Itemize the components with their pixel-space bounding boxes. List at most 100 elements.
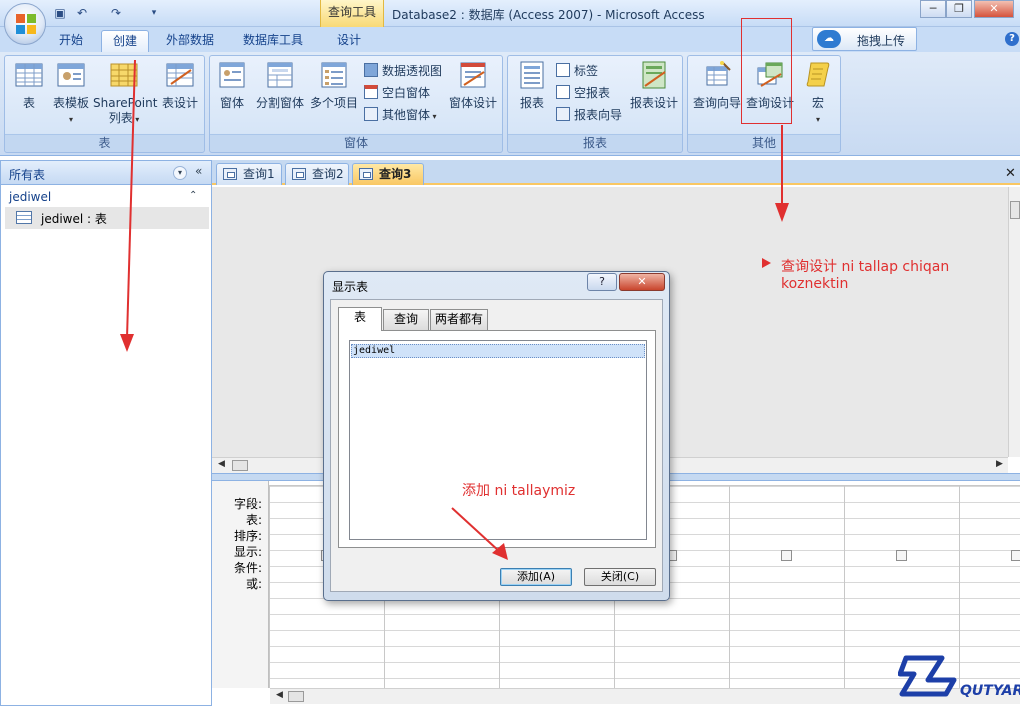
- nav-item-jediwel-table[interactable]: jediwel : 表: [5, 207, 209, 229]
- form-button[interactable]: 窗体: [214, 60, 250, 111]
- more-forms-label: 其他窗体: [382, 108, 431, 122]
- upload-button-label: 拖拽上传: [857, 34, 906, 48]
- table-design-button[interactable]: 表设计: [157, 60, 203, 111]
- form-design-button[interactable]: 窗体设计: [446, 60, 500, 111]
- table-design-label: 表设计: [161, 96, 198, 110]
- group-reports-label: 报表: [508, 134, 682, 151]
- table-template-button[interactable]: 表模板 ▾: [49, 60, 93, 127]
- upload-button[interactable]: ☁ 拖拽上传: [812, 27, 917, 51]
- annotation-query-design-line2: koznektin: [781, 276, 849, 292]
- scrollbar-thumb[interactable]: [232, 460, 248, 471]
- blank-form-button[interactable]: 空白窗体: [364, 84, 430, 102]
- table-design-icon: [166, 63, 194, 87]
- doc-tab-query1[interactable]: 查询1: [216, 163, 282, 185]
- nav-pane-title: 所有表: [9, 168, 46, 182]
- document-tabs: 查询1 查询2 查询3: [212, 160, 1020, 185]
- nav-item-label: jediwel : 表: [41, 212, 107, 226]
- doc-tab-query2[interactable]: 查询2: [285, 163, 349, 185]
- macro-label: 宏: [811, 96, 824, 110]
- form-design-icon: [460, 62, 486, 88]
- watermark-text: QUTYAR: [960, 683, 1020, 699]
- show-checkbox[interactable]: [896, 550, 907, 561]
- save-icon[interactable]: ▣: [52, 5, 68, 21]
- group-reports: 报表 标签 空报表 报表向导 报表设计 报表: [507, 55, 683, 153]
- sharepoint-list-button[interactable]: SharePoint 列表 ▾: [93, 60, 157, 127]
- show-checkbox[interactable]: [1011, 550, 1020, 561]
- undo-icon[interactable]: ↶: [74, 5, 90, 21]
- report-button[interactable]: 报表: [512, 60, 552, 111]
- report-design-button[interactable]: 报表设计: [628, 60, 680, 111]
- sharepoint-list-icon: [110, 63, 138, 87]
- macro-button[interactable]: 宏 ▾: [798, 60, 838, 127]
- window-title: Database2 : 数据库 (Access 2007) - Microsof…: [392, 8, 705, 22]
- nav-pane-header[interactable]: 所有表 ▾ «: [1, 161, 211, 185]
- group-tables: 表 表模板 ▾ SharePoint 列表 ▾ 表设计 表: [4, 55, 205, 153]
- blank-report-button[interactable]: 空报表: [556, 84, 610, 102]
- dialog-body: 表 查询 两者都有 jediwel: [330, 299, 663, 592]
- scrollbar-thumb[interactable]: [288, 691, 304, 702]
- table-list[interactable]: jediwel: [349, 340, 647, 540]
- qbe-label-show: 显示:: [233, 545, 262, 559]
- group-forms: 窗体 分割窗体 多个项目 数据透视图 空白窗体 其他窗体 ▾ 窗体设计 窗体: [209, 55, 503, 153]
- query-design-highlight-box: [741, 18, 792, 124]
- restore-button[interactable]: ❐: [946, 0, 972, 18]
- close-button[interactable]: 关闭(C): [584, 568, 656, 586]
- collapse-chevron-icon[interactable]: ⌃: [189, 190, 197, 201]
- show-table-dialog: 显示表 ? ✕ 表 查询 两者都有 jediwel 添加(A) 关闭(C): [323, 271, 670, 601]
- scroll-left-icon[interactable]: ◀: [276, 690, 283, 700]
- more-forms-button[interactable]: 其他窗体 ▾: [364, 106, 437, 124]
- table-icon: [16, 211, 32, 224]
- nav-pane-shutter-icon[interactable]: «: [195, 164, 202, 178]
- pivot-chart-button[interactable]: 数据透视图: [364, 62, 442, 80]
- vertical-scrollbar[interactable]: [1008, 187, 1020, 457]
- quick-access-dropdown-icon[interactable]: ▾: [146, 5, 162, 21]
- blank-report-label: 空报表: [574, 86, 611, 100]
- dialog-tab-tables[interactable]: 表: [338, 307, 382, 331]
- query-wizard-icon: [706, 61, 731, 86]
- redo-icon[interactable]: ↷: [108, 5, 124, 21]
- dialog-tab-queries[interactable]: 查询: [383, 309, 429, 330]
- query-wizard-button[interactable]: 查询向导: [690, 60, 744, 111]
- nav-pane-menu-icon[interactable]: ▾: [173, 166, 187, 180]
- doc-tab-query3[interactable]: 查询3: [352, 163, 424, 185]
- tab-create[interactable]: 创建: [101, 30, 149, 52]
- office-button[interactable]: [4, 3, 46, 45]
- qutyar-logo-icon: [897, 655, 957, 697]
- scroll-right-icon[interactable]: ▶: [996, 459, 1003, 469]
- query-wizard-label: 查询向导: [692, 96, 741, 110]
- qbe-label-or: 或:: [245, 577, 262, 591]
- dialog-close-button[interactable]: ✕: [619, 273, 665, 291]
- form-label: 窗体: [219, 96, 244, 110]
- group-tables-label: 表: [5, 134, 204, 151]
- qbe-row-labels: 字段: 表: 排序: 显示: 条件: 或:: [212, 481, 269, 688]
- tab-home[interactable]: 开始: [50, 30, 92, 52]
- table-icon: [15, 63, 43, 87]
- table-list-item[interactable]: jediwel: [351, 344, 645, 358]
- report-design-icon: [642, 61, 666, 89]
- dialog-tab-both[interactable]: 两者都有: [430, 309, 488, 330]
- doc-tab-label: 查询3: [379, 167, 412, 181]
- scroll-left-icon[interactable]: ◀: [218, 459, 225, 469]
- table-button[interactable]: 表: [9, 60, 49, 111]
- scrollbar-thumb[interactable]: [1010, 201, 1020, 219]
- split-form-button[interactable]: 分割窗体: [254, 60, 306, 111]
- blank-report-icon: [556, 85, 570, 99]
- close-document-icon[interactable]: ✕: [1005, 166, 1016, 181]
- multiple-items-button[interactable]: 多个项目: [308, 60, 360, 111]
- minimize-button[interactable]: ─: [920, 0, 946, 18]
- add-button[interactable]: 添加(A): [500, 568, 572, 586]
- close-window-button[interactable]: ✕: [974, 0, 1014, 18]
- labels-button[interactable]: 标签: [556, 62, 598, 80]
- pivot-chart-label: 数据透视图: [382, 64, 443, 78]
- query-tools-context-label: 查询工具: [320, 0, 384, 27]
- report-wizard-button[interactable]: 报表向导: [556, 106, 622, 124]
- help-icon[interactable]: ?: [1005, 32, 1019, 46]
- tab-database-tools[interactable]: 数据库工具: [234, 30, 312, 52]
- dialog-help-button[interactable]: ?: [587, 273, 617, 291]
- nav-group-header[interactable]: jediwel ⌃: [5, 188, 209, 208]
- tab-external-data[interactable]: 外部数据: [157, 30, 223, 52]
- tab-design[interactable]: 设计: [326, 30, 372, 52]
- report-design-label: 报表设计: [629, 96, 678, 110]
- title-bar: ▣ ↶ ↷ ▾ 查询工具 Database2 : 数据库 (Access 200…: [0, 0, 1020, 45]
- show-checkbox[interactable]: [781, 550, 792, 561]
